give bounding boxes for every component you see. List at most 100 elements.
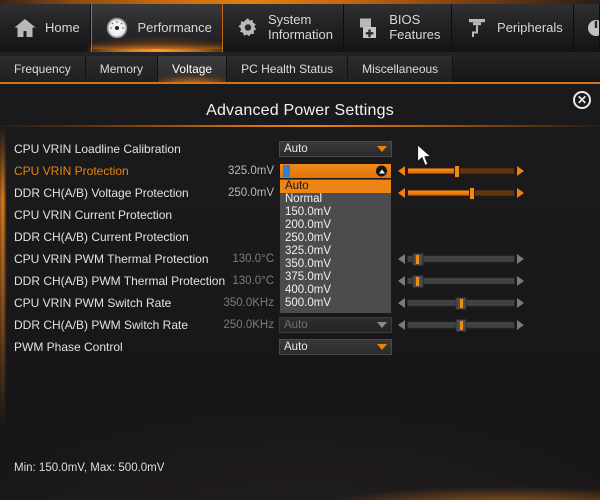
sub-tab-bar: Frequency Memory Voltage PC Health Statu… (0, 52, 600, 84)
slider-knob[interactable] (412, 274, 424, 288)
close-icon[interactable]: ✕ (573, 91, 591, 109)
nav-item-bios-features[interactable]: BIOS Features (344, 4, 453, 52)
setting-row: PWM Phase Control Auto (0, 336, 600, 358)
slider-increase-icon[interactable] (517, 166, 524, 176)
dropdown-option[interactable]: 250.0mV (280, 232, 391, 245)
combo-value: Auto (284, 341, 308, 353)
dropdown-option[interactable]: 375.0mV (280, 271, 391, 284)
chevron-down-icon (377, 322, 387, 328)
gear-icon (235, 15, 261, 41)
nav-item-label: Home (45, 19, 80, 35)
chevron-down-icon (377, 146, 387, 152)
slider-cpu-vrin-pwm-thermal-protection[interactable] (398, 252, 524, 266)
chevron-up-icon[interactable] (376, 165, 387, 177)
slider-track[interactable] (407, 252, 515, 266)
slider-increase-icon[interactable] (517, 320, 524, 330)
setting-label: DDR CH(A/B) Current Protection (14, 230, 189, 244)
dropdown-option[interactable]: 350.0mV (280, 258, 391, 271)
dropdown-list-cpu-vrin-protection[interactable]: Auto Normal 150.0mV 200.0mV 250.0mV 325.… (279, 178, 392, 314)
power-icon (586, 15, 600, 41)
setting-value: 250.0mV (227, 187, 274, 199)
slider-decrease-icon[interactable] (398, 320, 405, 330)
setting-value: 130.0°C (232, 253, 274, 265)
nav-item-peripherals[interactable]: Peripherals (452, 4, 575, 52)
home-icon (12, 15, 38, 41)
slider-track[interactable] (407, 274, 515, 288)
combo-pwm-phase-control[interactable]: Auto (279, 339, 392, 355)
tab-label: PC Health Status (241, 62, 334, 76)
tab-pc-health-status[interactable]: PC Health Status (227, 56, 349, 82)
nav-item-label: Performance (137, 19, 212, 35)
slider-knob[interactable] (412, 252, 424, 266)
slider-knob[interactable] (453, 164, 460, 178)
tab-label: Voltage (172, 62, 213, 76)
dropdown-option[interactable]: 150.0mV (280, 206, 391, 219)
slider-increase-icon[interactable] (517, 276, 524, 286)
tab-frequency[interactable]: Frequency (0, 56, 86, 82)
slider-knob[interactable] (455, 296, 467, 310)
slider-increase-icon[interactable] (517, 188, 524, 198)
combo-cpu-vrin-loadline-calibration[interactable]: Auto (279, 141, 392, 157)
slider-fill (408, 168, 457, 174)
setting-label: PWM Phase Control (14, 340, 123, 354)
nav-item-home[interactable]: Home (0, 4, 92, 52)
setting-value: 325.0mV (227, 165, 274, 177)
setting-label: CPU VRIN Loadline Calibration (14, 142, 181, 156)
gauge-icon (104, 15, 130, 41)
usb-plug-icon (464, 15, 490, 41)
dropdown-option[interactable]: 500.0mV (280, 297, 391, 310)
dropdown-option[interactable]: 400.0mV (280, 284, 391, 297)
tab-label: Miscellaneous (362, 62, 439, 76)
slider-track[interactable] (407, 296, 515, 310)
setting-value: 350.0KHz (223, 297, 274, 309)
page-title: Advanced Power Settings (206, 102, 394, 119)
setting-label: CPU VRIN Current Protection (14, 208, 173, 222)
slider-knob[interactable] (455, 318, 467, 332)
tab-voltage[interactable]: Voltage (158, 56, 228, 82)
nav-item-label: BIOS Features (389, 12, 441, 42)
combo-progress-marker (283, 165, 290, 177)
nav-item-power[interactable] (574, 4, 600, 52)
chip-plus-icon (356, 15, 382, 41)
dropdown-option[interactable]: 200.0mV (280, 219, 391, 232)
slider-increase-icon[interactable] (517, 254, 524, 264)
slider-increase-icon[interactable] (517, 298, 524, 308)
tab-label: Memory (99, 62, 144, 76)
setting-row: CPU VRIN Loadline Calibration Auto (0, 138, 600, 160)
slider-decrease-icon[interactable] (398, 254, 405, 264)
tab-label: Frequency (14, 62, 71, 76)
slider-knob[interactable] (468, 186, 475, 200)
tab-memory[interactable]: Memory (85, 56, 159, 82)
nav-item-label: System Information (267, 12, 333, 42)
main-navigation: Home Performance System Information BIOS… (0, 4, 600, 52)
slider-track[interactable] (407, 186, 515, 200)
nav-item-performance[interactable]: Performance (91, 4, 223, 52)
slider-ddr-voltage-protection[interactable] (398, 186, 524, 200)
combo-cpu-vrin-protection-open[interactable] (279, 163, 392, 179)
mouse-cursor (416, 143, 434, 169)
setting-value: 250.0KHz (223, 319, 274, 331)
dropdown-option[interactable]: Auto (280, 180, 391, 193)
slider-fill (408, 190, 472, 196)
bios-window: Home Performance System Information BIOS… (0, 0, 600, 500)
slider-ddr-pwm-switch-rate[interactable] (398, 318, 524, 332)
setting-row: DDR CH(A/B) PWM Switch Rate 250.0KHz Aut… (0, 314, 600, 336)
combo-value: Auto (284, 319, 308, 331)
slider-decrease-icon[interactable] (398, 298, 405, 308)
bottom-edge-glow (300, 474, 600, 500)
slider-ddr-pwm-thermal-protection[interactable] (398, 274, 524, 288)
setting-value: 130.0°C (232, 275, 274, 287)
slider-track[interactable] (407, 318, 515, 332)
dropdown-option[interactable]: 325.0mV (280, 245, 391, 258)
slider-decrease-icon[interactable] (398, 188, 405, 198)
combo-value: Auto (284, 143, 308, 155)
slider-cpu-vrin-pwm-switch-rate[interactable] (398, 296, 524, 310)
slider-decrease-icon[interactable] (398, 166, 405, 176)
status-hint: Min: 150.0mV, Max: 500.0mV (14, 462, 165, 474)
dropdown-option[interactable]: Normal (280, 193, 391, 206)
slider-decrease-icon[interactable] (398, 276, 405, 286)
nav-item-system-information[interactable]: System Information (222, 4, 345, 52)
combo-ddr-pwm-switch-rate[interactable]: Auto (279, 317, 392, 333)
tab-miscellaneous[interactable]: Miscellaneous (348, 56, 454, 82)
title-divider (0, 125, 600, 127)
